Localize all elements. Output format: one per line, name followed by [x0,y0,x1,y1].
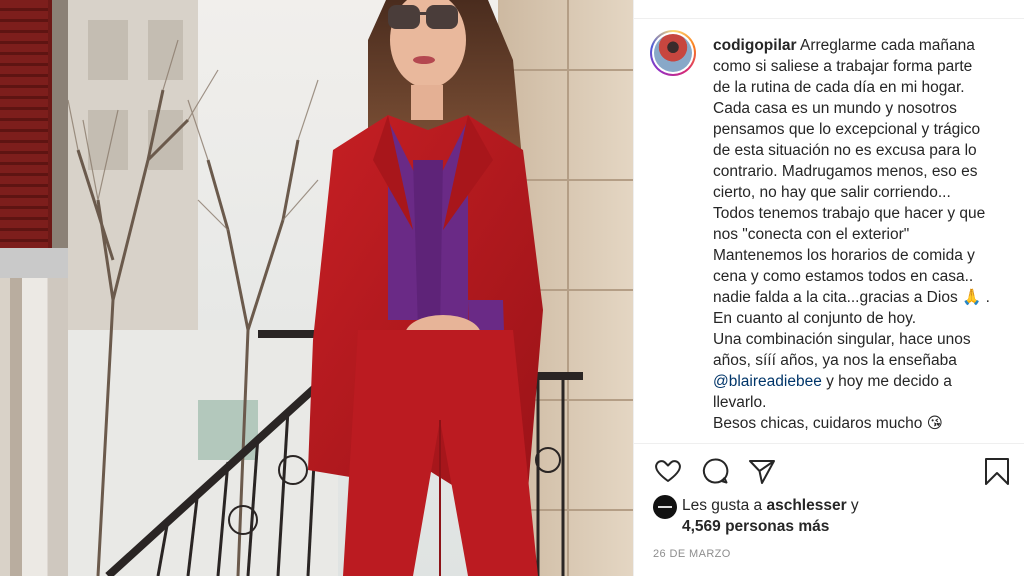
avatar-ring [652,32,694,74]
caption-line: Arreglarme cada mañana [800,37,975,54]
photo-illustration [68,0,633,576]
caption-line: contrario. Madrugamos menos, eso es [713,163,978,180]
post-caption: codigopilar Arreglarme cada mañana como … [713,35,1018,434]
heart-icon[interactable] [653,456,683,486]
post-date[interactable]: 26 DE MARZO [653,548,731,560]
avatar-image [654,34,692,72]
divider [634,443,1024,444]
avatar-mark [658,506,672,508]
caption-line: pensamos que lo excepcional y trágico [713,121,981,138]
caption-line: cierto, no hay que salir corriendo... [713,184,951,201]
mention-link[interactable]: @blaireadiebee [713,373,822,390]
wall [52,0,68,248]
likes-prefix: Les gusta a [682,497,767,514]
caption-line: En cuanto al conjunto de hoy. [713,310,917,327]
caption-line: de esta situación no es excusa para lo [713,142,977,159]
caption-line: cena y como estamos todos en casa.. [713,268,974,285]
caption-line: de la rutina de cada día en mi hogar. [713,79,965,96]
bookmark-icon[interactable] [982,456,1012,486]
liker-username[interactable]: aschlesser [766,497,846,514]
background-strip [0,0,68,576]
caption-line: nos "conecta con el exterior" [713,226,910,243]
username-link[interactable]: codigopilar [713,37,797,54]
user-avatar[interactable] [650,30,696,76]
caption-line: llevarlo. [713,394,767,411]
caption-line: y hoy me decido a [821,373,952,390]
share-icon[interactable] [747,456,777,486]
red-shutter [0,0,52,248]
likes-summary: Les gusta a aschlesser y [682,497,859,515]
caption-line: como si saliese a trabajar forma parte [713,58,973,75]
post-panel: codigopilar Arreglarme cada mañana como … [633,0,1024,576]
comment-icon[interactable] [700,456,730,486]
caption-line: Cada casa es un mundo y nosotros [713,100,957,117]
liker-avatar[interactable] [653,495,677,519]
pillar [10,278,22,576]
caption-line: Besos chicas, cuidaros mucho 😘 [713,415,943,432]
post-photo[interactable] [68,0,633,576]
caption-line: años, sííí años, ya nos la enseñaba [713,352,957,369]
caption-line: Todos tenemos trabajo que hacer y que [713,205,986,222]
divider [634,18,1024,19]
likes-count[interactable]: 4,569 personas más [682,518,829,536]
caption-line: nadie falda a la cita...gracias a Dios 🙏… [713,289,990,306]
caption-line: Mantenemos los horarios de comida y [713,247,975,264]
caption-line: Una combinación singular, hace unos [713,331,971,348]
likes-suffix: y [846,497,859,514]
gap [0,248,68,278]
